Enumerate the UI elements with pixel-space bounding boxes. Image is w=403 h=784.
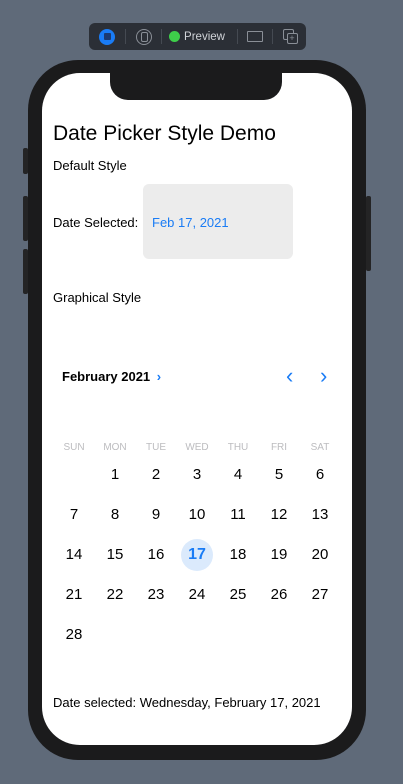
calendar-day[interactable]: 21 <box>58 579 90 611</box>
preview-button[interactable]: Preview <box>167 23 227 50</box>
calendar-day[interactable]: 4 <box>222 459 254 491</box>
weekday-header: MON <box>103 442 127 453</box>
calendar-day[interactable]: 6 <box>304 459 336 491</box>
calendar-day[interactable]: 14 <box>58 539 90 571</box>
calendar-day[interactable]: 15 <box>99 539 131 571</box>
date-selected-label: Date Selected: <box>53 215 139 230</box>
weekday-header: TUE <box>146 442 166 453</box>
previous-month-button[interactable]: ‹ <box>286 363 293 389</box>
calendar-day[interactable]: 13 <box>304 499 336 531</box>
calendar-day[interactable]: 23 <box>140 579 172 611</box>
calendar-day[interactable]: 22 <box>99 579 131 611</box>
calendar-day[interactable]: 1 <box>99 459 131 491</box>
calendar-day[interactable]: 20 <box>304 539 336 571</box>
live-preview-icon[interactable] <box>96 23 118 50</box>
display-icon[interactable] <box>244 23 266 50</box>
page-title: Date Picker Style Demo <box>53 122 276 145</box>
date-picker-field[interactable]: Feb 17, 2021 <box>143 184 293 259</box>
status-dot <box>169 31 181 42</box>
calendar-day[interactable]: 12 <box>263 499 295 531</box>
calendar-day[interactable]: 10 <box>181 499 213 531</box>
calendar-day[interactable]: 16 <box>140 539 172 571</box>
footer-date-text: Date selected: Wednesday, February 17, 2… <box>53 695 321 710</box>
weekday-header: SAT <box>310 442 330 453</box>
next-month-button[interactable]: › <box>320 363 327 389</box>
month-label: February 2021 <box>62 369 151 384</box>
calendar-day[interactable]: 5 <box>263 459 295 491</box>
weekday-header: SUN <box>63 442 85 453</box>
calendar-day[interactable]: 3 <box>181 459 213 491</box>
calendar-day[interactable]: 18 <box>222 539 254 571</box>
date-picker-value[interactable]: Feb 17, 2021 <box>152 215 229 230</box>
calendar-day-selected[interactable]: 17 <box>181 539 213 571</box>
weekday-header: FRI <box>270 442 288 453</box>
duplicate-icon[interactable]: + <box>279 23 301 50</box>
device-screen: Date Picker Style Demo Default Style Dat… <box>42 73 352 745</box>
calendar-day[interactable]: 28 <box>58 619 90 651</box>
calendar-day[interactable]: 2 <box>140 459 172 491</box>
graphical-style-label: Graphical Style <box>53 290 142 305</box>
default-style-label: Default Style <box>53 158 127 173</box>
preview-toolbar: Preview + <box>89 23 306 50</box>
calendar-day[interactable]: 25 <box>222 579 254 611</box>
chevron-right-icon: › <box>320 363 328 388</box>
notch <box>110 73 282 100</box>
calendar-day[interactable]: 9 <box>140 499 172 531</box>
calendar-day[interactable]: 7 <box>58 499 90 531</box>
chevron-right-icon: › <box>156 369 162 384</box>
preview-label: Preview <box>184 30 225 43</box>
calendar-day[interactable]: 26 <box>263 579 295 611</box>
power-button <box>366 196 371 271</box>
calendar-day[interactable]: 27 <box>304 579 336 611</box>
calendar-day[interactable]: 24 <box>181 579 213 611</box>
calendar-day[interactable]: 19 <box>263 539 295 571</box>
calendar-day[interactable]: 8 <box>99 499 131 531</box>
month-year-button[interactable]: February 2021 › <box>62 369 161 384</box>
calendar-day[interactable]: 11 <box>222 499 254 531</box>
device-icon[interactable] <box>133 23 155 50</box>
weekday-header: THU <box>227 442 249 453</box>
chevron-left-icon: ‹ <box>286 363 294 388</box>
weekday-header: WED <box>185 442 209 453</box>
